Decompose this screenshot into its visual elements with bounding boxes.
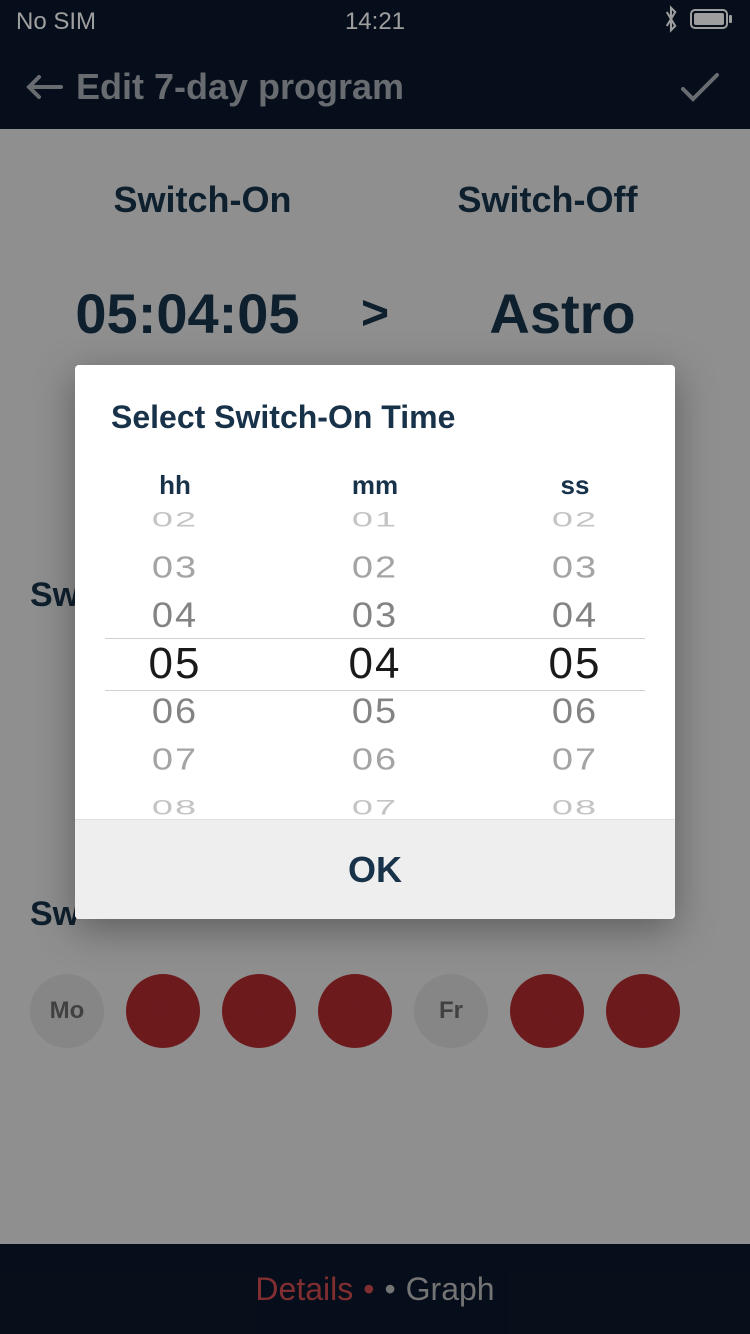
picker-item: 03 — [352, 594, 398, 638]
picker-col-hh[interactable]: 01 02 03 04 05 06 07 08 09 — [75, 509, 275, 819]
picker-item: 02 — [152, 509, 198, 533]
picker-label-hh: hh — [75, 470, 275, 501]
picker-col-mm[interactable]: 00 01 02 03 04 05 06 07 08 — [275, 509, 475, 819]
picker-item: 06 — [352, 741, 398, 779]
picker-item: 02 — [352, 549, 398, 587]
picker-item: 04 — [152, 594, 198, 638]
picker-item: 02 — [552, 509, 598, 533]
picker-item: 08 — [552, 795, 598, 819]
ok-button[interactable]: OK — [75, 819, 675, 919]
picker-label-ss: ss — [475, 470, 675, 501]
picker-label-mm: mm — [275, 470, 475, 501]
time-picker-dialog: Select Switch-On Time hh mm ss 01 02 03 … — [75, 365, 675, 919]
picker-item: 07 — [352, 795, 398, 819]
picker-item: 03 — [152, 549, 198, 587]
picker-item-selected: 04 — [349, 640, 402, 688]
picker-col-ss[interactable]: 01 02 03 04 05 06 07 08 09 — [475, 509, 675, 819]
picker-item: 01 — [352, 509, 398, 533]
picker-item: 07 — [152, 741, 198, 779]
picker-item: 08 — [152, 795, 198, 819]
picker-item: 06 — [152, 690, 198, 734]
dialog-title: Select Switch-On Time — [75, 365, 675, 456]
picker-item: 06 — [552, 690, 598, 734]
picker-item-selected: 05 — [149, 640, 202, 688]
picker-item: 03 — [552, 549, 598, 587]
picker-body: 01 02 03 04 05 06 07 08 09 00 01 02 03 0… — [75, 509, 675, 819]
picker-item: 05 — [352, 690, 398, 734]
picker-item: 04 — [552, 594, 598, 638]
picker-item: 07 — [552, 741, 598, 779]
picker-item-selected: 05 — [549, 640, 602, 688]
